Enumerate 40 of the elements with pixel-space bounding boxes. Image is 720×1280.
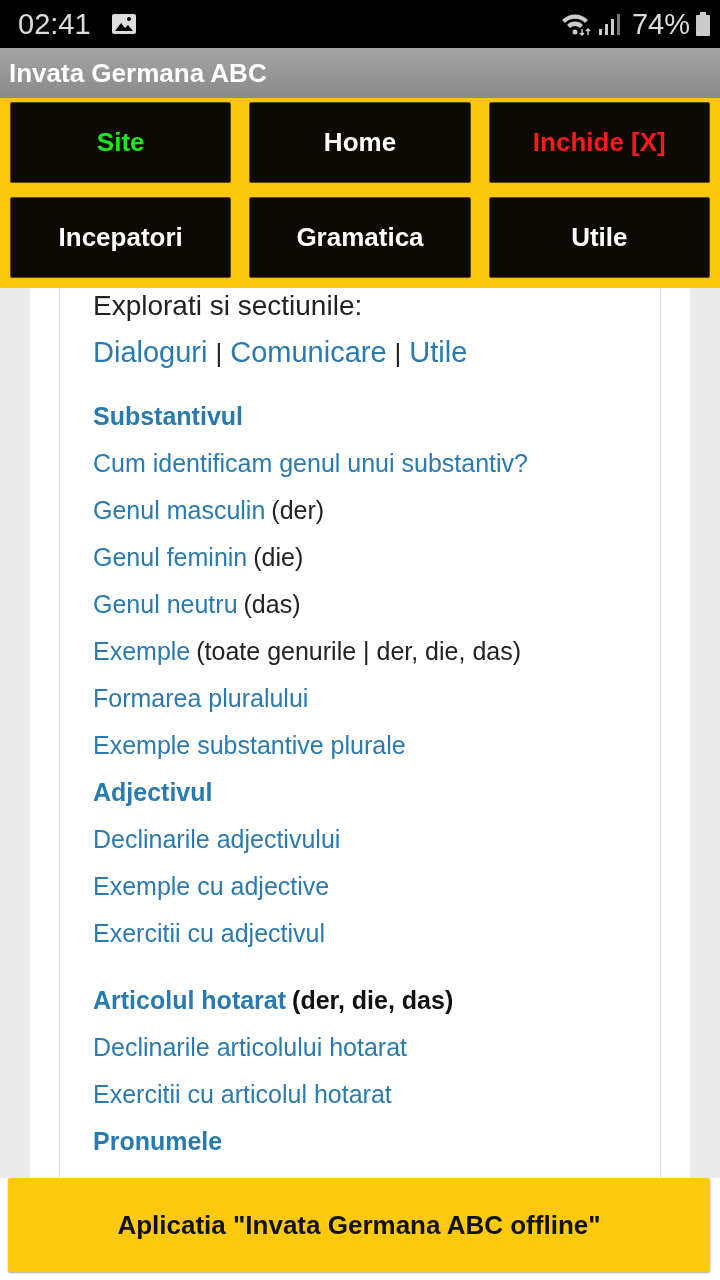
topic-link[interactable]: Formarea pluralului [93,675,309,722]
topic-link[interactable]: Exercitii cu adjectivul [93,910,326,957]
topic-link[interactable]: Declinarile articolului hotarat [93,1024,408,1071]
separator: | [394,337,402,370]
topic-link[interactable]: Genul feminin [93,534,248,581]
section-heading-link[interactable]: Adjectivul [93,769,213,816]
section-link[interactable]: Utile [409,332,468,372]
topic-link[interactable]: Cum identificam genul unui substantiv? [93,440,528,487]
topic-link[interactable]: Exemple [93,628,191,675]
topic-note: (das) [243,589,301,620]
topic-link[interactable]: Declinarile adjectivului [93,816,341,863]
heading-note: (der, die, das) [292,985,454,1016]
topic-link[interactable]: Genul neutru [93,581,238,628]
signal-icon [597,13,622,35]
section-heading-link[interactable]: Pronumele [93,1118,223,1165]
topic-note: (der) [271,495,325,526]
nav-button[interactable]: Gramatica [249,197,471,278]
image-icon [110,13,137,35]
battery-level: 74% [631,7,690,41]
topic-link[interactable]: Genul masculin [93,487,266,534]
topic-link[interactable]: Exercitii cu articolul hotarat [93,1071,392,1118]
nav-button[interactable]: Home [249,102,471,183]
section-heading-link[interactable]: Articolul hotarat [93,977,287,1024]
section-link[interactable]: Dialoguri [93,332,208,372]
app-title: Invata Germana ABC [9,57,267,89]
topic-link[interactable]: Exemple cu adjective [93,863,330,910]
topic-note: (toate genurile | der, die, das) [196,636,521,667]
separator: | [215,337,223,370]
nav-button[interactable]: Inchide [X] [488,102,710,183]
nav-button[interactable]: Site [10,102,232,183]
section-heading-link[interactable]: Substantivul [93,393,243,440]
battery-icon [696,12,710,36]
nav-button[interactable]: Incepatori [10,197,232,278]
intro-text: Explorati si sectiunile: [93,289,364,323]
offline-app-button[interactable]: Aplicatia "Invata Germana ABC offline" [8,1178,710,1272]
topic-note: (die) [253,542,304,573]
topic-link[interactable]: Exemple substantive plurale [93,722,406,769]
section-link[interactable]: Comunicare [230,332,387,372]
nav-button[interactable]: Utile [488,197,710,278]
status-time: 02:41 [18,7,91,41]
